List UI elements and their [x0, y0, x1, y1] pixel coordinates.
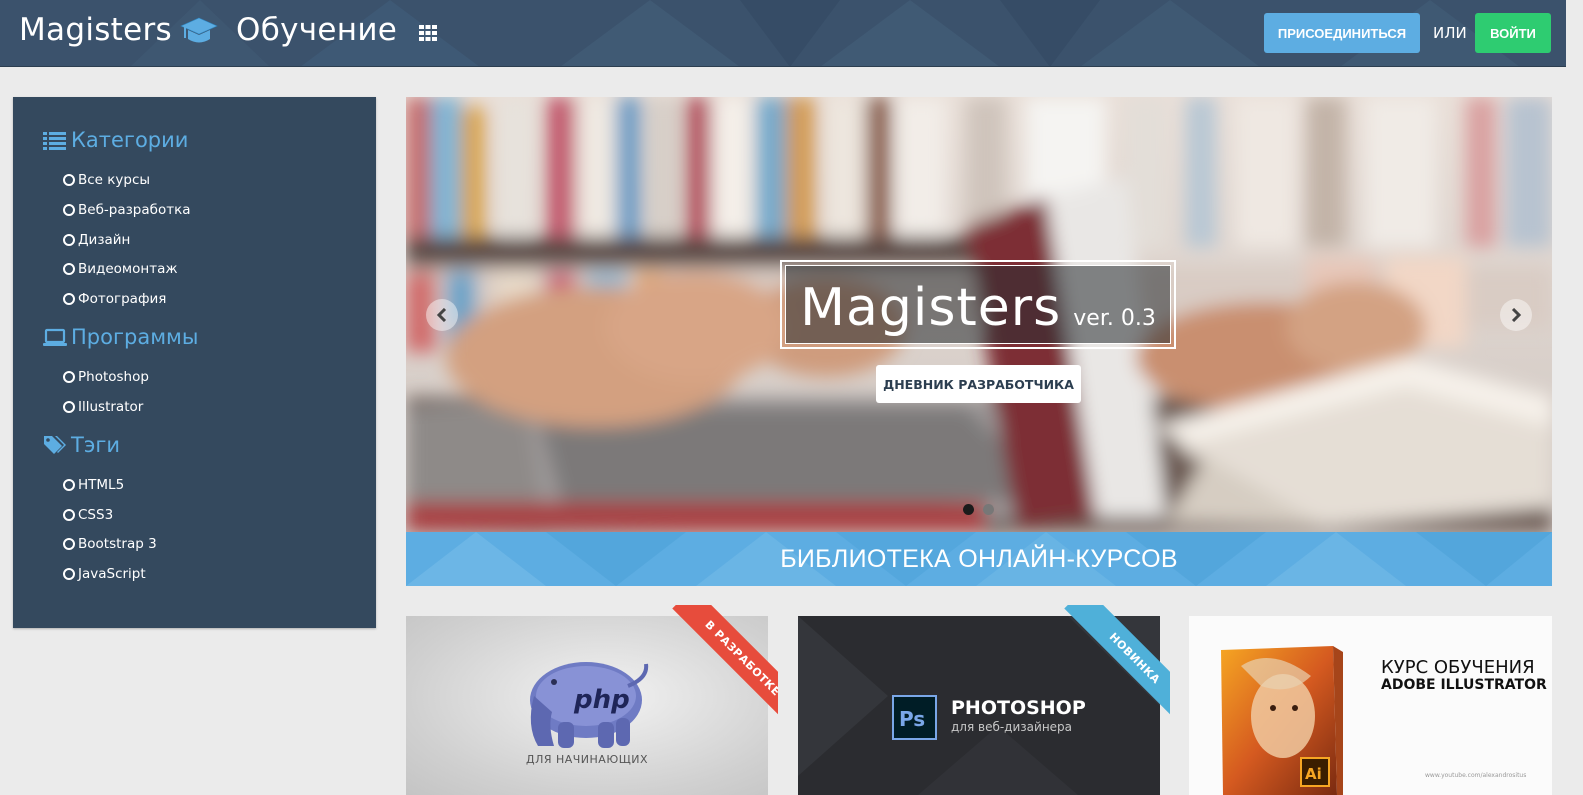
- php-course-subtitle: ДЛЯ НАЧИНАЮЩИХ: [525, 753, 649, 766]
- sidebar-item-all-courses[interactable]: Все курсы: [63, 170, 150, 190]
- circle-icon: [63, 401, 75, 413]
- sidebar-item-label: Видеомонтаж: [78, 261, 178, 277]
- carousel-indicator-2[interactable]: [983, 504, 994, 515]
- carousel-next-button[interactable]: [1500, 299, 1532, 331]
- tags-icon: [44, 436, 66, 454]
- photoshop-logo-icon: Ps: [892, 695, 937, 740]
- sidebar-item-label: Веб-разработка: [78, 202, 191, 218]
- sidebar-item-photoshop[interactable]: Photoshop: [63, 367, 149, 387]
- circle-icon: [63, 479, 75, 491]
- ribbon-label: В РАЗРАБОТКЕ: [672, 605, 778, 725]
- tags-title: Тэги: [71, 433, 121, 457]
- carousel-caption-inner: Magisters ver. 0.3: [785, 265, 1171, 344]
- sidebar-item-label: Дизайн: [78, 232, 131, 248]
- graduation-cap-icon: [180, 17, 218, 43]
- brand-logo-text[interactable]: Magisters: [19, 10, 172, 50]
- sidebar-item-label: Все курсы: [78, 172, 151, 188]
- login-button[interactable]: ВОЙТИ: [1475, 13, 1551, 53]
- sidebar-item-label: Bootstrap 3: [78, 536, 157, 552]
- illustrator-title-line2: ADOBE ILLUSTRATOR: [1381, 677, 1547, 693]
- sidebar-item-label: Photoshop: [78, 369, 149, 385]
- programs-title: Программы: [71, 325, 199, 349]
- library-banner: БИБЛИОТЕКА ОНЛАЙН-КУРСОВ: [406, 532, 1552, 586]
- hero-carousel: Magisters ver. 0.3 ДНЕВНИК РАЗРАБОТЧИКА: [406, 97, 1552, 532]
- circle-icon: [63, 568, 75, 580]
- circle-icon: [63, 234, 75, 246]
- circle-icon: [63, 509, 75, 521]
- circle-icon: [63, 263, 75, 275]
- carousel-title: Magisters: [800, 278, 1062, 338]
- carousel-version: ver. 0.3: [1073, 306, 1156, 331]
- sidebar-item-label: HTML5: [78, 477, 125, 493]
- carousel-prev-button[interactable]: [426, 299, 458, 331]
- illustrator-box-art: Ai: [1221, 646, 1343, 795]
- categories-heading: Категории: [43, 125, 188, 155]
- circle-icon: [63, 204, 75, 216]
- illustrator-url: www.youtube.com/alexandrositus: [1425, 772, 1527, 779]
- sidebar-item-html5[interactable]: HTML5: [63, 475, 124, 495]
- list-icon: [43, 132, 66, 150]
- sidebar-item-css3[interactable]: CSS3: [63, 505, 113, 525]
- laptop-icon: [43, 328, 67, 346]
- developer-diary-button[interactable]: ДНЕВНИК РАЗРАБОТЧИКА: [876, 365, 1081, 403]
- circle-icon: [63, 174, 75, 186]
- sidebar-item-label: CSS3: [78, 507, 114, 523]
- ribbon-new: НОВИНКА: [1050, 605, 1170, 725]
- php-elephant-logo: php: [530, 662, 649, 748]
- or-label: ИЛИ: [1433, 24, 1467, 42]
- sidebar: Категории Все курсы Веб-разработка Дизай…: [13, 97, 376, 628]
- sidebar-item-video-editing[interactable]: Видеомонтаж: [63, 259, 178, 279]
- illustrator-title-line1: КУРС ОБУЧЕНИЯ: [1381, 657, 1535, 678]
- categories-title: Категории: [71, 128, 189, 152]
- sidebar-item-photography[interactable]: Фотография: [63, 289, 166, 309]
- course-card-illustrator[interactable]: Ai КУРС ОБУЧЕНИЯ ADOBE ILLUSTRATOR www.y…: [1189, 616, 1552, 795]
- section-title[interactable]: Обучение: [236, 10, 397, 50]
- sidebar-item-javascript[interactable]: JavaScript: [63, 564, 146, 584]
- sidebar-item-web-dev[interactable]: Веб-разработка: [63, 200, 191, 220]
- ribbon-label: НОВИНКА: [1064, 605, 1170, 725]
- banner-title: БИБЛИОТЕКА ОНЛАЙН-КУРСОВ: [780, 544, 1178, 573]
- sidebar-item-bootstrap[interactable]: Bootstrap 3: [63, 534, 157, 554]
- circle-icon: [63, 293, 75, 305]
- chevron-right-icon: [1511, 308, 1522, 322]
- tags-heading: Тэги: [43, 430, 120, 460]
- ai-logo-text: Ai: [1305, 765, 1322, 783]
- sidebar-item-label: Фотография: [78, 291, 167, 307]
- programs-heading: Программы: [43, 322, 198, 352]
- ribbon-in-development: В РАЗРАБОТКЕ: [658, 605, 778, 725]
- apps-grid-icon[interactable]: [418, 24, 438, 42]
- chevron-left-icon: [436, 308, 447, 322]
- circle-icon: [63, 538, 75, 550]
- carousel-caption: Magisters ver. 0.3: [780, 260, 1176, 349]
- join-button[interactable]: ПРИСОЕДИНИТЬСЯ: [1264, 13, 1420, 53]
- top-navbar: Magisters Обучение ПРИСОЕДИНИТЬСЯ ИЛИ ВО…: [0, 0, 1566, 67]
- circle-icon: [63, 371, 75, 383]
- ps-logo-text: Ps: [899, 707, 925, 731]
- carousel-indicator-1[interactable]: [963, 504, 974, 515]
- sidebar-item-label: Illustrator: [78, 399, 144, 415]
- sidebar-item-label: JavaScript: [78, 566, 146, 582]
- sidebar-item-illustrator[interactable]: Illustrator: [63, 397, 143, 417]
- php-logo-text: php: [573, 685, 630, 715]
- sidebar-item-design[interactable]: Дизайн: [63, 230, 130, 250]
